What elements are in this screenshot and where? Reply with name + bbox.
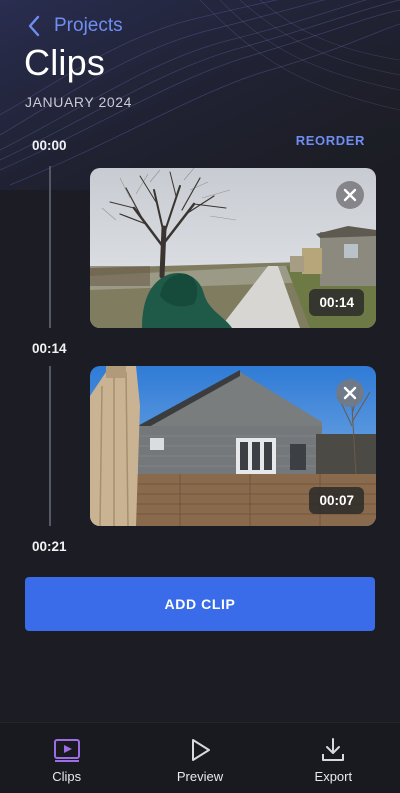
back-label: Projects [54, 15, 123, 36]
nav-label: Clips [52, 769, 82, 784]
clip-duration-badge: 00:07 [309, 487, 364, 514]
clips-screen: Projects Clips JANUARY 2024 REORDER 00:0… [0, 0, 400, 793]
nav-item-clips[interactable]: Clips [0, 723, 133, 793]
close-icon [343, 188, 357, 202]
nav-item-export[interactable]: Export [267, 723, 400, 793]
chevron-left-icon [28, 15, 40, 37]
nav-label: Preview [176, 769, 224, 784]
add-clip-button[interactable]: ADD CLIP [25, 577, 375, 631]
clip-card[interactable]: 00:14 [90, 168, 376, 328]
reorder-button[interactable]: REORDER [296, 133, 365, 148]
timeline-marker: 00:00 [32, 138, 67, 153]
timeline-marker: 00:14 [32, 341, 67, 356]
clips-icon [53, 739, 80, 762]
nav-label: Export [314, 769, 353, 784]
close-icon [343, 386, 357, 400]
clip-card[interactable]: 00:07 [90, 366, 376, 526]
back-button[interactable]: Projects [24, 12, 123, 40]
timeline-marker: 00:21 [32, 539, 67, 554]
timeline-line [49, 166, 51, 328]
bottom-navigation: Clips Preview Export [0, 722, 400, 793]
remove-clip-button[interactable] [336, 181, 364, 209]
page-title: Clips [24, 42, 106, 83]
play-icon [191, 739, 210, 761]
timeline-line [49, 366, 51, 526]
download-icon [322, 738, 345, 761]
remove-clip-button[interactable] [336, 379, 364, 407]
nav-item-preview[interactable]: Preview [133, 723, 266, 793]
clip-duration-badge: 00:14 [309, 289, 364, 316]
page-subtitle: JANUARY 2024 [25, 94, 133, 110]
